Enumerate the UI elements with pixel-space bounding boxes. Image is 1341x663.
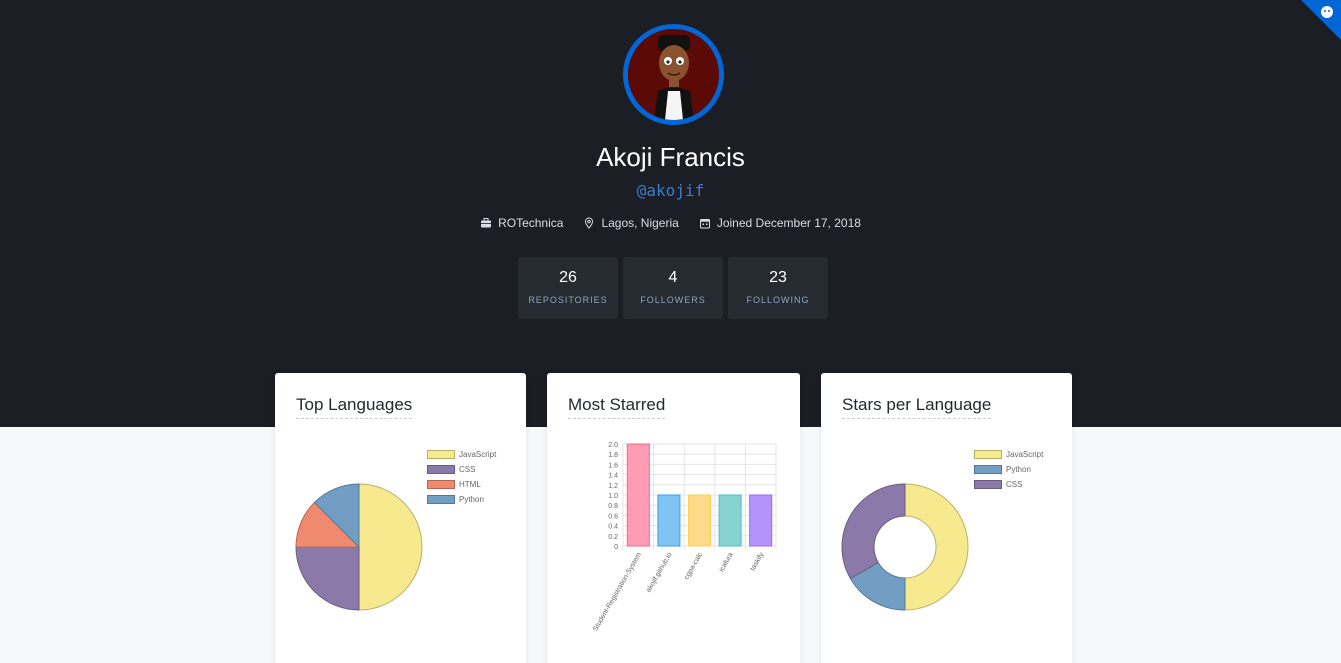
legend-label: Python xyxy=(459,495,484,504)
legend-swatch xyxy=(974,450,1002,459)
legend-swatch xyxy=(427,465,455,474)
company-name: ROTechnica xyxy=(498,216,564,230)
legend-swatch xyxy=(427,450,455,459)
top-languages-legend: JavaScript CSS HTML Python xyxy=(427,447,496,507)
avatar xyxy=(623,24,724,125)
y-tick-label: 1.2 xyxy=(608,483,618,490)
profile-name: Akoji Francis xyxy=(596,142,745,172)
location-info: Lagos, Nigeria xyxy=(583,216,679,230)
bar-cgpa-calc[interactable] xyxy=(687,494,712,547)
legend-label: JavaScript xyxy=(459,450,497,459)
legend-swatch xyxy=(427,495,455,504)
y-tick-label: 1.4 xyxy=(608,473,618,480)
stat-value: 26 xyxy=(559,269,577,286)
slice-css[interactable] xyxy=(841,483,906,580)
legend-item[interactable]: HTML xyxy=(427,477,496,492)
x-tick-label: akojif.github.io xyxy=(645,551,673,593)
x-tick-label: cgpa-calc xyxy=(683,551,704,581)
bar-akojif.github.io[interactable] xyxy=(657,494,681,547)
stars-per-language-card: Stars per Language JavaScript Python CSS xyxy=(821,373,1072,663)
stars-per-language-legend: JavaScript Python CSS xyxy=(974,447,1043,492)
legend-label: JavaScript xyxy=(1006,450,1044,459)
top-languages-card: Top Languages JavaScript CSS HTML Python xyxy=(275,373,526,663)
legend-swatch xyxy=(974,465,1002,474)
y-tick-label: 2.0 xyxy=(608,442,618,449)
y-tick-label: 0.2 xyxy=(608,534,618,541)
legend-label: Python xyxy=(1006,465,1031,474)
company-info: ROTechnica xyxy=(480,216,563,230)
calendar-icon xyxy=(699,219,710,229)
slice-javascript[interactable] xyxy=(904,483,969,611)
y-tick-label: 0.4 xyxy=(608,524,618,531)
x-tick-label: Student-Registration-System xyxy=(592,551,643,632)
y-tick-label: 0.6 xyxy=(608,513,618,520)
profile-handle-link[interactable]: @akojif xyxy=(0,181,1341,200)
y-tick-label: 1.8 xyxy=(608,452,618,459)
x-tick-label: taskify xyxy=(749,551,765,572)
legend-swatch xyxy=(427,480,455,489)
legend-item[interactable]: CSS xyxy=(427,462,496,477)
profile-meta: ROTechnica Lagos, Nigeria Joined Decembe… xyxy=(0,216,1341,230)
joined-text: Joined December 17, 2018 xyxy=(716,216,861,230)
octocat-icon[interactable] xyxy=(1319,4,1335,20)
map-pin-icon xyxy=(585,217,594,229)
legend-item[interactable]: JavaScript xyxy=(974,447,1043,462)
legend-label: CSS xyxy=(1006,480,1023,489)
most-starred-bar-chart: 0 0.2 0.4 0.6 0.8 1.0 1.2 1.4 1.6 1.8 2.0 Student-R… xyxy=(592,442,777,632)
card-title: Stars per Language xyxy=(842,395,992,419)
slice-css[interactable] xyxy=(295,546,360,611)
y-tick-label: 0 xyxy=(614,544,618,551)
stat-label: FOLLOWERS xyxy=(640,295,706,305)
stat-followers[interactable]: 4 FOLLOWERS xyxy=(623,257,723,319)
y-tick-label: 1.6 xyxy=(608,462,618,469)
y-tick-label: 0.8 xyxy=(608,503,618,510)
stat-value: 4 xyxy=(668,269,678,286)
y-tick-label: 1.0 xyxy=(608,493,618,500)
profile-header: Akoji Francis @akojif ROTechnica Lagos, … xyxy=(0,0,1341,427)
legend-label: CSS xyxy=(459,465,476,474)
most-starred-card: Most Starred 0 0.2 0.4 0.6 0.8 1.0 1.2 1.4 1.6 1.… xyxy=(547,373,800,663)
bar-student-registration-system[interactable] xyxy=(626,443,650,547)
stat-following[interactable]: 23 FOLLOWING xyxy=(728,257,828,319)
legend-item[interactable]: Python xyxy=(974,462,1043,477)
legend-item[interactable]: JavaScript xyxy=(427,447,496,462)
bar-taskify[interactable] xyxy=(749,494,773,547)
stat-repositories[interactable]: 26 REPOSITORIES xyxy=(518,257,618,319)
joined-info: Joined December 17, 2018 xyxy=(699,216,861,230)
card-title: Top Languages xyxy=(296,395,413,419)
card-title: Most Starred xyxy=(568,395,666,419)
briefcase-icon xyxy=(481,218,492,228)
legend-item[interactable]: Python xyxy=(427,492,496,507)
avatar-illustration xyxy=(628,29,719,120)
legend-swatch xyxy=(974,480,1002,489)
stat-label: REPOSITORIES xyxy=(528,295,608,305)
x-tick-label: icafura xyxy=(718,551,735,573)
location-text: Lagos, Nigeria xyxy=(601,216,679,230)
legend-item[interactable]: CSS xyxy=(974,477,1043,492)
bar-icafura[interactable] xyxy=(718,494,742,547)
stat-value: 23 xyxy=(769,269,787,286)
stats-row: 26 REPOSITORIES 4 FOLLOWERS 23 FOLLOWING xyxy=(518,257,828,319)
stat-label: FOLLOWING xyxy=(746,295,810,305)
legend-label: HTML xyxy=(459,480,481,489)
slice-javascript[interactable] xyxy=(358,483,423,611)
